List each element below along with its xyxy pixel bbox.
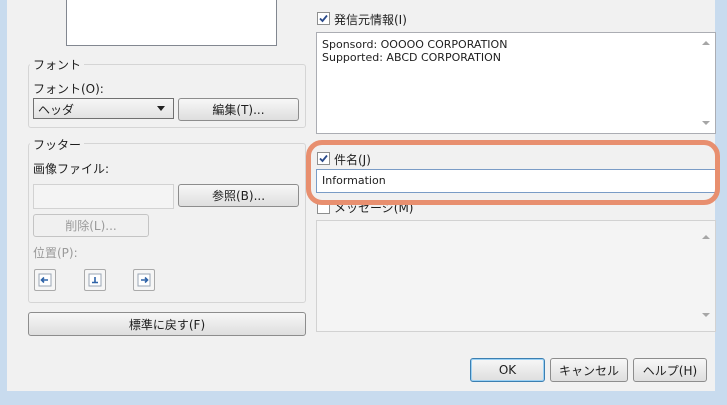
font-select[interactable]: ヘッダ — [33, 98, 174, 119]
ok-button[interactable]: OK — [470, 358, 545, 382]
align-center-button[interactable] — [84, 269, 106, 291]
highlight-frame — [306, 140, 720, 205]
reset-default-button[interactable]: 標準に戻す(F) — [28, 312, 306, 336]
font-group-legend: フォント — [30, 56, 85, 73]
align-left-icon — [38, 273, 52, 287]
align-center-icon — [88, 273, 102, 287]
window-frame-right — [715, 0, 727, 405]
edit-font-button[interactable]: 編集(T)... — [178, 98, 299, 121]
align-left-button[interactable] — [34, 269, 56, 291]
align-right-icon — [137, 273, 151, 287]
image-file-input — [33, 184, 174, 209]
sender-info-label: 発信元情報(I) — [334, 13, 407, 27]
sender-info-checkbox[interactable] — [317, 12, 330, 25]
sender-info-text: Sponsord: OOOOO CORPORATION Supported: A… — [322, 38, 508, 64]
chevron-down-icon — [157, 106, 165, 111]
checkmark-icon — [319, 14, 328, 23]
position-label: 位置(P): — [33, 246, 78, 260]
footer-group-legend: フッター — [30, 136, 85, 153]
font-select-value: ヘッダ — [38, 103, 75, 117]
window-frame-left — [0, 0, 7, 405]
scroll-down-icon — [702, 121, 710, 125]
scroll-up-icon — [702, 235, 710, 239]
message-textarea — [316, 220, 716, 332]
settings-dialog: フォント フォント(O): ヘッダ 編集(T)... フッター 画像ファイル: … — [7, 0, 720, 391]
window-frame-bottom — [0, 391, 727, 405]
font-label: フォント(O): — [33, 82, 104, 96]
scrollbar[interactable] — [698, 33, 715, 133]
browse-button[interactable]: 参照(B)... — [178, 184, 299, 207]
scroll-down-icon — [702, 313, 710, 317]
delete-button: 削除(L)... — [33, 214, 149, 237]
image-file-label: 画像ファイル: — [33, 162, 110, 176]
help-button[interactable]: ヘルプ(H) — [633, 358, 707, 382]
sender-info-textarea[interactable]: Sponsord: OOOOO CORPORATION Supported: A… — [316, 32, 716, 134]
align-right-button[interactable] — [133, 269, 155, 291]
preview-box — [66, 0, 277, 46]
cancel-button[interactable]: キャンセル — [550, 358, 628, 382]
scroll-up-icon — [702, 41, 710, 45]
